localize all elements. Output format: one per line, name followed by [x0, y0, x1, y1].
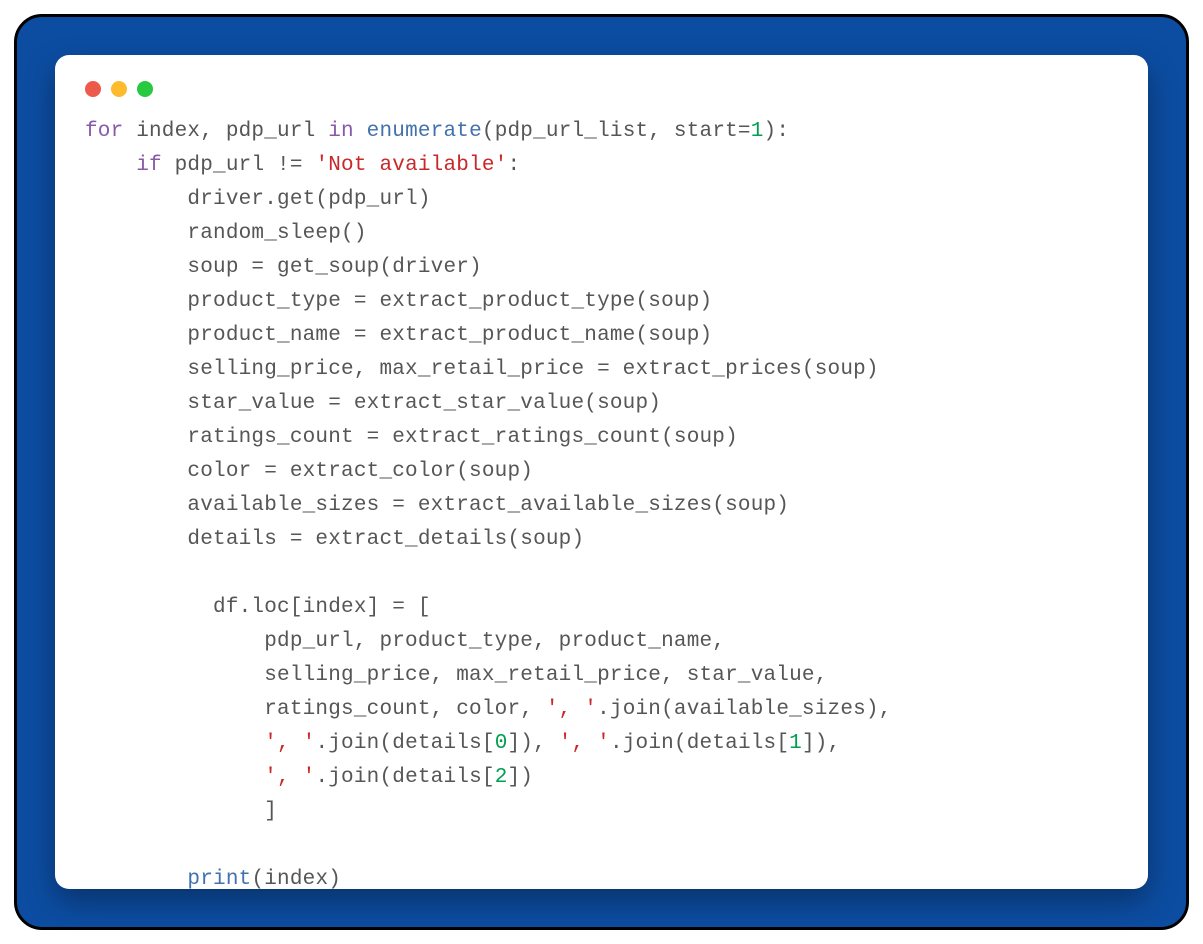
- code-token: 0: [495, 732, 508, 755]
- code-token: ratings_count = extract_ratings_count(so…: [85, 426, 738, 449]
- code-token: [354, 120, 367, 143]
- code-token: in: [328, 120, 354, 143]
- code-token: (pdp_url_list, start=: [482, 120, 751, 143]
- code-token: for: [85, 120, 123, 143]
- minimize-icon: [111, 81, 127, 97]
- code-token: ]: [85, 800, 277, 823]
- code-token: 'Not available': [315, 154, 507, 177]
- code-token: ', ': [264, 766, 315, 789]
- code-token: .join(details[: [610, 732, 789, 755]
- code-token: ]): [508, 766, 534, 789]
- code-token: [85, 732, 264, 755]
- window-traffic-lights: [85, 81, 1118, 97]
- code-token: index, pdp_url: [123, 120, 328, 143]
- code-block: for index, pdp_url in enumerate(pdp_url_…: [85, 115, 1118, 897]
- zoom-icon: [137, 81, 153, 97]
- outer-frame: for index, pdp_url in enumerate(pdp_url_…: [14, 14, 1189, 930]
- code-token: soup = get_soup(driver): [85, 256, 482, 279]
- code-token: print: [187, 868, 251, 891]
- code-token: random_sleep(): [85, 222, 367, 245]
- code-token: [85, 154, 136, 177]
- code-token: [85, 766, 264, 789]
- code-token: available_sizes = extract_available_size…: [85, 494, 789, 517]
- code-token: ratings_count, color,: [85, 698, 546, 721]
- code-token: :: [507, 154, 520, 177]
- code-token: driver.get(pdp_url): [85, 188, 431, 211]
- code-token: star_value = extract_star_value(soup): [85, 392, 661, 415]
- code-token: selling_price, max_retail_price = extrac…: [85, 358, 879, 381]
- code-token: enumerate: [367, 120, 482, 143]
- code-token: 1: [789, 732, 802, 755]
- code-token: .join(available_sizes),: [597, 698, 891, 721]
- code-token: selling_price, max_retail_price, star_va…: [85, 664, 828, 687]
- code-token: ', ': [559, 732, 610, 755]
- code-token: ', ': [546, 698, 597, 721]
- code-token: [85, 868, 187, 891]
- code-token: pdp_url, product_type, product_name,: [85, 630, 725, 653]
- code-token: product_type = extract_product_type(soup…: [85, 290, 712, 313]
- close-icon: [85, 81, 101, 97]
- code-window: for index, pdp_url in enumerate(pdp_url_…: [55, 55, 1148, 889]
- code-token: 1: [751, 120, 764, 143]
- code-token: ]),: [508, 732, 559, 755]
- code-token: .join(details[: [315, 732, 494, 755]
- code-token: color = extract_color(soup): [85, 460, 533, 483]
- code-token: .join(details[: [315, 766, 494, 789]
- code-token: if: [136, 154, 162, 177]
- code-token: ', ': [264, 732, 315, 755]
- code-token: ]),: [802, 732, 840, 755]
- code-token: pdp_url !=: [162, 154, 316, 177]
- code-token: details = extract_details(soup): [85, 528, 584, 551]
- code-token: ):: [764, 120, 790, 143]
- code-token: product_name = extract_product_name(soup…: [85, 324, 712, 347]
- code-token: df.loc[index] = [: [85, 596, 431, 619]
- code-token: 2: [495, 766, 508, 789]
- code-token: (index): [251, 868, 341, 891]
